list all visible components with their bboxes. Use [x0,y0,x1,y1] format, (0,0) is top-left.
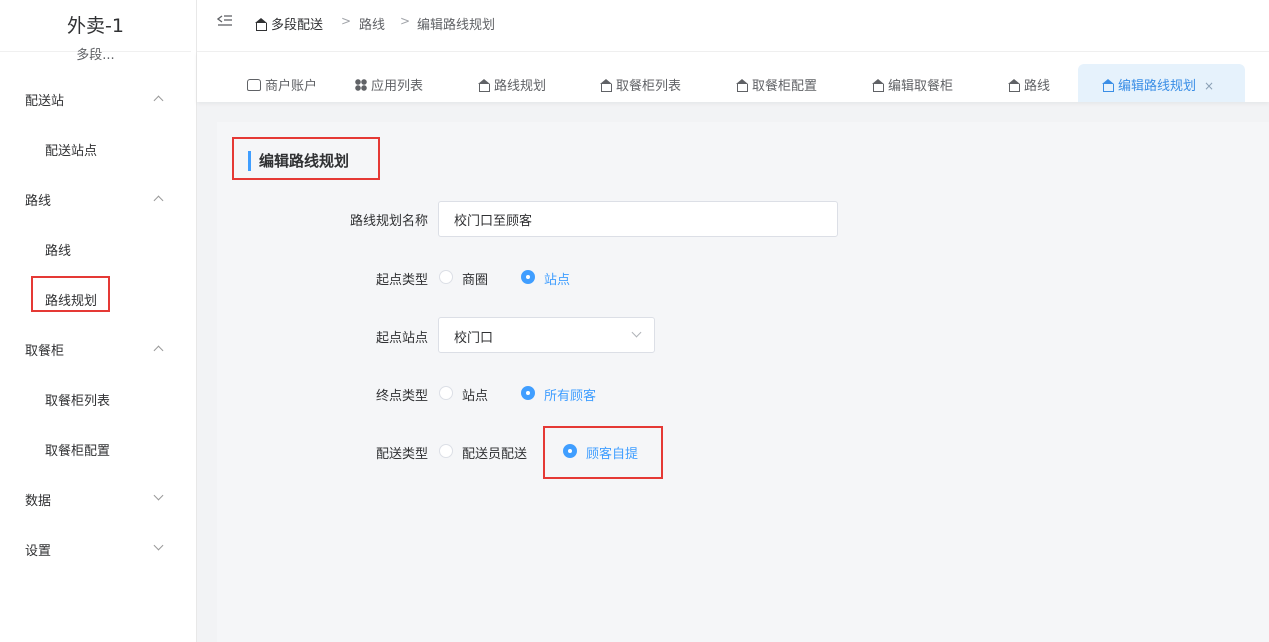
menu-group-delivery-station[interactable]: 配送站 [0,74,191,124]
menu-group-label: 数据 [25,494,52,509]
tab-edit-route-planning[interactable]: 编辑路线规划 × [1078,64,1245,102]
radio-circle [439,270,453,284]
radio-circle [439,444,453,458]
sidebar-item-label: 取餐柜列表 [45,394,111,409]
sidebar: 外卖-1 多段... 配送站 配送站点 路线 路线 路线规划 取餐柜 取餐柜列表… [0,0,197,642]
store-icon [247,79,261,91]
tab-edit-locker[interactable]: 编辑取餐柜 [871,64,971,102]
highlight-box-page-title [232,137,380,180]
start-station-label: 起点站点 [375,331,428,346]
brand: 外卖-1 多段... [0,0,191,63]
highlight-box-self-pickup [543,426,663,479]
chevron-up-icon [153,345,164,356]
breadcrumb-item-current: 编辑路线规划 [417,18,496,33]
tab-merchant-account[interactable]: 商户账户 [247,64,337,102]
breadcrumb-item[interactable]: 路线 [359,14,385,33]
route-name-label: 路线规划名称 [349,214,428,229]
breadcrumb-separator: > [400,14,411,28]
close-icon[interactable]: × [1204,79,1214,93]
breadcrumb-separator: > [341,14,352,28]
route-name-input[interactable] [438,201,838,237]
menu-group-route[interactable]: 路线 [0,174,191,224]
chevron-down-icon [153,490,164,501]
home-icon [477,79,490,92]
sidebar-item-locker-list[interactable]: 取餐柜列表 [0,374,191,424]
sidebar-item-label: 路线 [45,244,72,259]
home-icon [1101,79,1114,92]
collapse-sidebar-icon[interactable] [216,14,233,30]
home-icon [254,18,267,31]
menu-group-settings[interactable]: 设置 [0,524,191,574]
chevron-up-icon [153,95,164,106]
sidebar-item-label: 配送站点 [45,144,98,159]
chevron-up-icon [153,195,164,206]
home-icon [871,79,884,92]
start-station-value: 校门口 [454,331,494,346]
content-panel [217,122,1269,642]
sidebar-item-route[interactable]: 路线 [0,224,191,274]
home-icon [1007,79,1020,92]
home-icon [735,79,748,92]
radio-circle [439,386,453,400]
chevron-down-icon [631,327,642,338]
delivery-type-label: 配送类型 [375,447,428,462]
highlight-box-route-planning [31,276,110,312]
tab-bar: 商户账户 应用列表 路线规划 取餐柜列表 取餐柜配置 编辑取餐柜 路线 编辑路线… [197,52,1269,102]
sidebar-item-label: 取餐柜配置 [45,444,111,459]
menu-group-label: 路线 [25,194,52,209]
menu-group-data[interactable]: 数据 [0,474,191,524]
radio-circle [521,386,535,400]
tab-locker-list[interactable]: 取餐柜列表 [599,64,699,102]
chevron-down-icon [153,540,164,551]
breadcrumb-item[interactable]: 多段配送 [254,14,323,33]
grid-icon [355,79,367,91]
menu-group-label: 取餐柜 [25,344,65,359]
tab-app-list[interactable]: 应用列表 [355,64,445,102]
tab-route-planning[interactable]: 路线规划 [477,64,567,102]
radio-circle [521,270,535,284]
tab-route[interactable]: 路线 [1007,64,1067,102]
menu-group-label: 配送站 [25,94,65,109]
start-station-select[interactable]: 校门口 [438,317,655,353]
home-icon [599,79,612,92]
tab-locker-config[interactable]: 取餐柜配置 [735,64,835,102]
app-title: 外卖-1 [67,15,124,37]
sidebar-item-locker-config[interactable]: 取餐柜配置 [0,424,191,474]
sidebar-item-delivery-points[interactable]: 配送站点 [0,124,191,174]
app-subtitle: 多段... [76,48,115,63]
start-type-label: 起点类型 [375,273,428,288]
menu-group-label: 设置 [25,544,52,559]
top-header: 多段配送 > 路线 > 编辑路线规划 [197,0,1269,52]
menu-group-pickup-locker[interactable]: 取餐柜 [0,324,191,374]
end-type-label: 终点类型 [375,389,428,404]
